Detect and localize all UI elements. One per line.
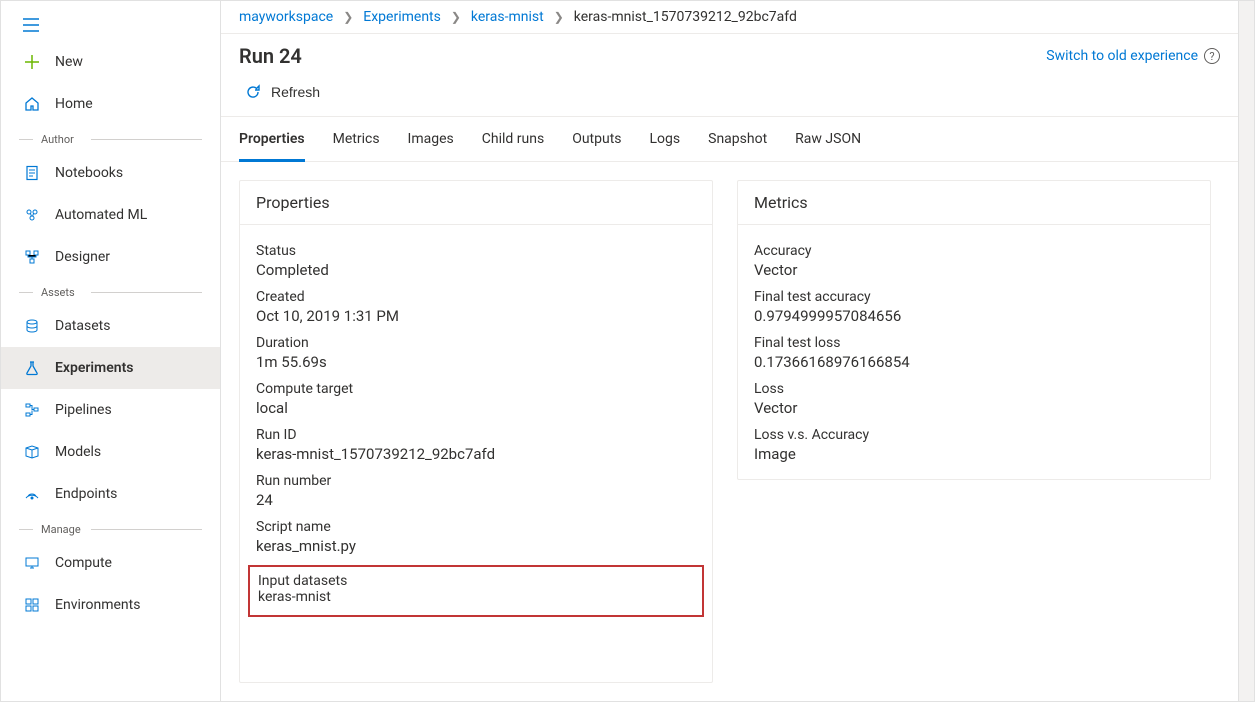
tab-snapshot[interactable]: Snapshot — [708, 131, 767, 162]
hamburger-menu[interactable] — [11, 9, 51, 41]
nav-label: Automated ML — [55, 207, 204, 223]
breadcrumb-experiments[interactable]: Experiments — [363, 9, 441, 25]
card-header: Metrics — [738, 181, 1210, 225]
notebook-icon — [23, 164, 41, 182]
prop-script: Script name keras_mnist.py — [256, 519, 696, 555]
scrollbar[interactable] — [1238, 1, 1254, 701]
prop-runid: Run ID keras-mnist_1570739212_92bc7afd — [256, 427, 696, 463]
nav-label: Compute — [55, 555, 204, 571]
switch-experience-link[interactable]: Switch to old experience ? — [1046, 48, 1220, 64]
card-header: Properties — [240, 181, 712, 225]
section-manage: Manage — [1, 515, 220, 542]
title-bar: Run 24 Switch to old experience ? — [221, 34, 1238, 76]
datasets-icon — [23, 317, 41, 335]
automl-icon — [23, 206, 41, 224]
nav-notebooks[interactable]: Notebooks — [1, 152, 220, 194]
prop-duration: Duration 1m 55.69s — [256, 335, 696, 371]
prop-compute: Compute target local — [256, 381, 696, 417]
properties-card: Properties Status Completed Created Oct … — [239, 180, 713, 683]
pipelines-icon — [23, 401, 41, 419]
breadcrumb: mayworkspace ❯ Experiments ❯ keras-mnist… — [221, 1, 1238, 34]
tab-images[interactable]: Images — [408, 131, 454, 162]
nav-label: Pipelines — [55, 402, 204, 418]
chevron-right-icon: ❯ — [451, 10, 461, 24]
breadcrumb-current: keras-mnist_1570739212_92bc7afd — [574, 9, 797, 25]
nav-pipelines[interactable]: Pipelines — [1, 389, 220, 431]
refresh-button[interactable]: Refresh — [239, 80, 326, 104]
nav-new[interactable]: New — [1, 41, 220, 83]
metric-accuracy: Accuracy Vector — [754, 243, 1194, 279]
home-icon — [23, 95, 41, 113]
tab-rawjson[interactable]: Raw JSON — [795, 131, 861, 162]
nav-designer[interactable]: Designer — [1, 236, 220, 278]
nav-label: New — [55, 54, 204, 70]
tab-metrics[interactable]: Metrics — [333, 131, 380, 162]
nav-home[interactable]: Home — [1, 83, 220, 125]
nav-label: Designer — [55, 249, 204, 265]
tabs: Properties Metrics Images Child runs Out… — [221, 117, 1238, 162]
nav-datasets[interactable]: Datasets — [1, 305, 220, 347]
prop-created: Created Oct 10, 2019 1:31 PM — [256, 289, 696, 325]
tab-childruns[interactable]: Child runs — [482, 131, 544, 162]
metric-final-test-loss: Final test loss 0.17366168976166854 — [754, 335, 1194, 371]
nav-label: Endpoints — [55, 486, 204, 502]
compute-icon — [23, 554, 41, 572]
nav-label: Datasets — [55, 318, 204, 334]
help-icon[interactable]: ? — [1204, 48, 1220, 64]
chevron-right-icon: ❯ — [343, 10, 353, 24]
breadcrumb-experiment[interactable]: keras-mnist — [471, 9, 544, 25]
metric-final-test-accuracy: Final test accuracy 0.9794999957084656 — [754, 289, 1194, 325]
nav-label: Environments — [55, 597, 204, 613]
metric-loss: Loss Vector — [754, 381, 1194, 417]
content: Properties Status Completed Created Oct … — [221, 162, 1238, 701]
designer-icon — [23, 248, 41, 266]
nav-environments[interactable]: Environments — [1, 584, 220, 626]
nav-endpoints[interactable]: Endpoints — [1, 473, 220, 515]
prop-status: Status Completed — [256, 243, 696, 279]
nav-label: Experiments — [55, 360, 204, 376]
page-title: Run 24 — [239, 44, 302, 68]
refresh-icon — [245, 84, 261, 100]
input-dataset-link[interactable]: keras-mnist — [258, 589, 694, 605]
chevron-right-icon: ❯ — [554, 10, 564, 24]
breadcrumb-workspace[interactable]: mayworkspace — [239, 9, 333, 25]
nav-label: Home — [55, 96, 204, 112]
metric-loss-vs-accuracy: Loss v.s. Accuracy Image — [754, 427, 1194, 463]
tab-properties[interactable]: Properties — [239, 131, 305, 162]
tab-outputs[interactable]: Outputs — [572, 131, 621, 162]
models-icon — [23, 443, 41, 461]
metrics-card: Metrics Accuracy Vector Final test accur… — [737, 180, 1211, 480]
nav-models[interactable]: Models — [1, 431, 220, 473]
nav-compute[interactable]: Compute — [1, 542, 220, 584]
environments-icon — [23, 596, 41, 614]
hamburger-icon — [23, 18, 39, 32]
endpoints-icon — [23, 485, 41, 503]
nav-experiments[interactable]: Experiments — [1, 347, 220, 389]
prop-input-datasets: Input datasets keras-mnist — [248, 565, 704, 617]
section-assets: Assets — [1, 278, 220, 305]
toolbar: Refresh — [221, 76, 1238, 117]
flask-icon — [23, 359, 41, 377]
section-author: Author — [1, 125, 220, 152]
refresh-label: Refresh — [271, 84, 320, 100]
plus-icon — [23, 53, 41, 71]
tab-logs[interactable]: Logs — [650, 131, 681, 162]
switch-label: Switch to old experience — [1046, 48, 1198, 64]
nav-label: Notebooks — [55, 165, 204, 181]
main: mayworkspace ❯ Experiments ❯ keras-mnist… — [221, 1, 1238, 701]
prop-runnum: Run number 24 — [256, 473, 696, 509]
sidebar: New Home Author Notebooks Automated ML — [1, 1, 221, 701]
nav-automl[interactable]: Automated ML — [1, 194, 220, 236]
nav-label: Models — [55, 444, 204, 460]
